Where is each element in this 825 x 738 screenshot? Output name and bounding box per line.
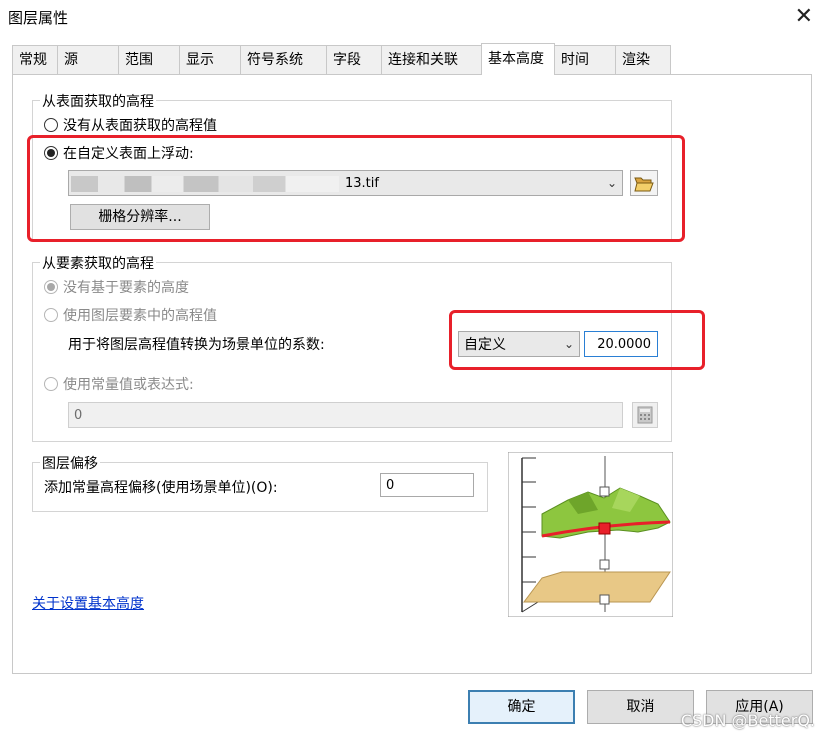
close-icon[interactable]: ✕ bbox=[795, 4, 813, 29]
expression-input[interactable]: 0 bbox=[68, 402, 623, 428]
highlight-box-surface bbox=[27, 135, 685, 242]
tab-general[interactable]: 常规 bbox=[12, 45, 58, 75]
radio-dot-checked bbox=[44, 280, 58, 294]
radio-dot bbox=[44, 118, 58, 132]
expression-builder-button[interactable] bbox=[632, 402, 658, 428]
radio-layer-elevation[interactable]: 使用图层要素中的高程值 bbox=[44, 305, 217, 325]
help-link-base-heights[interactable]: 关于设置基本高度 bbox=[32, 593, 144, 613]
tab-display[interactable]: 显示 bbox=[179, 45, 241, 75]
ok-button[interactable]: 确定 bbox=[468, 690, 575, 724]
tab-fields[interactable]: 字段 bbox=[326, 45, 382, 75]
offset-input[interactable]: 0 bbox=[380, 473, 474, 497]
calculator-icon bbox=[637, 406, 653, 424]
highlight-box-factor bbox=[449, 310, 705, 370]
title-bar: 图层属性 ✕ bbox=[0, 0, 825, 34]
radio-constant-expression[interactable]: 使用常量值或表达式: bbox=[44, 374, 194, 394]
surface-group-title: 从表面获取的高程 bbox=[40, 91, 156, 111]
base-height-illustration bbox=[508, 452, 673, 617]
offset-group-title: 图层偏移 bbox=[40, 453, 100, 473]
offset-label: 添加常量高程偏移(使用场景单位)(O): bbox=[44, 480, 278, 496]
watermark: CSDN @BetterQ. bbox=[680, 711, 815, 730]
radio-no-feature-height[interactable]: 没有基于要素的高度 bbox=[44, 277, 189, 297]
conversion-factor-label: 用于将图层高程值转换为场景单位的系数: bbox=[68, 337, 325, 353]
tab-symbology[interactable]: 符号系统 bbox=[240, 45, 327, 75]
radio-dot bbox=[44, 308, 58, 322]
tab-extent[interactable]: 范围 bbox=[118, 45, 180, 75]
cancel-button[interactable]: 取消 bbox=[587, 690, 694, 724]
tab-source[interactable]: 源 bbox=[57, 45, 119, 75]
tab-joins[interactable]: 连接和关联 bbox=[381, 45, 482, 75]
radio-dot bbox=[44, 377, 58, 391]
window-title: 图层属性 bbox=[8, 9, 69, 27]
radio-no-surface[interactable]: 没有从表面获取的高程值 bbox=[44, 115, 217, 135]
feature-group-title: 从要素获取的高程 bbox=[40, 253, 156, 273]
tab-strip: 常规 源 范围 显示 符号系统 字段 连接和关联 基本高度 时间 渲染 bbox=[12, 43, 702, 75]
tab-time[interactable]: 时间 bbox=[554, 45, 616, 75]
tab-base-heights[interactable]: 基本高度 bbox=[481, 43, 555, 75]
tab-rendering[interactable]: 渲染 bbox=[615, 45, 671, 75]
